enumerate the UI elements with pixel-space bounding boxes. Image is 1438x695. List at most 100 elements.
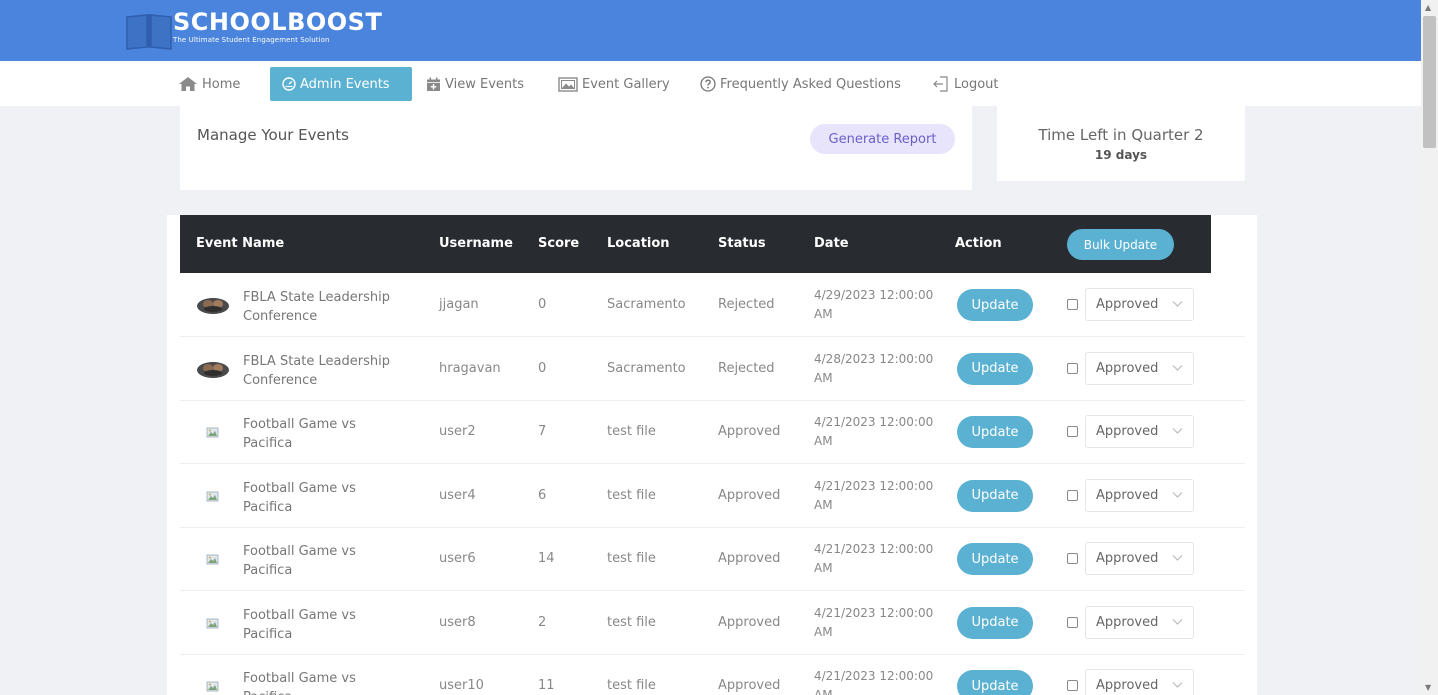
date-cell: 4/21/2023 12:00:00 AM <box>814 542 934 575</box>
page-scrollbar[interactable]: ▲ ▼ <box>1421 0 1438 695</box>
username-cell: user4 <box>439 487 476 503</box>
status-select-value: Approved <box>1096 551 1159 566</box>
chevron-down-icon <box>1172 301 1183 307</box>
nav-faq[interactable]: Frequently Asked Questions <box>700 67 901 101</box>
chevron-down-icon <box>1172 682 1183 688</box>
row-select-checkbox[interactable] <box>1067 299 1078 310</box>
update-button[interactable]: Update <box>957 479 1033 512</box>
header-event-name: Event Name <box>196 236 285 251</box>
status-select[interactable]: Approved <box>1085 605 1194 639</box>
location-cell: test file <box>607 678 656 693</box>
nav-home[interactable]: Home <box>178 67 240 101</box>
score-cell: 6 <box>538 487 547 503</box>
location-cell: Sacramento <box>607 297 686 312</box>
nav-view-events[interactable]: View Events <box>426 67 524 101</box>
row-select-checkbox[interactable] <box>1067 680 1078 691</box>
score-cell: 2 <box>538 614 547 630</box>
nav-admin-events-label: Admin Events <box>300 76 390 92</box>
update-button[interactable]: Update <box>957 352 1033 385</box>
username-cell: user6 <box>439 551 476 566</box>
header-bar: SCHOOLBOOST The Ultimate Student Engagem… <box>0 0 1421 61</box>
status-select-value: Approved <box>1096 424 1159 439</box>
event-name-cell: Football Game vs Pacifica <box>243 480 356 515</box>
generate-report-button[interactable]: Generate Report <box>810 124 955 154</box>
status-select[interactable]: Approved <box>1085 669 1194 695</box>
score-cell: 11 <box>538 678 555 693</box>
status-select-value: Approved <box>1096 614 1159 630</box>
chevron-down-icon <box>1172 618 1183 625</box>
date-cell: 4/21/2023 12:00:00 AM <box>814 478 934 512</box>
event-name-cell: FBLA State Leadership Conference <box>243 290 390 324</box>
date-cell: 4/21/2023 12:00:00 AM <box>814 605 934 639</box>
nav-logout[interactable]: Logout <box>932 67 999 101</box>
broken-image-icon <box>206 491 219 501</box>
row-select-checkbox[interactable] <box>1067 616 1078 628</box>
status-cell: Approved <box>718 424 781 439</box>
event-name-cell: Football Game vs Pacifica <box>243 417 356 451</box>
date-cell: 4/29/2023 12:00:00 AM <box>814 288 934 321</box>
bulk-update-button[interactable]: Bulk Update <box>1067 229 1174 260</box>
location-cell: test file <box>607 614 656 630</box>
table-row: FBLA State Leadership Conference hragavan… <box>180 337 1245 401</box>
header-action: Action <box>955 236 1002 251</box>
calendar-add-icon <box>427 77 440 91</box>
row-select-checkbox[interactable] <box>1067 489 1078 501</box>
nav-admin-events[interactable]: Admin Events <box>270 67 412 101</box>
gallery-icon <box>558 76 578 92</box>
time-left-value: 19 days <box>1094 148 1148 162</box>
brand-logo[interactable]: SCHOOLBOOST The Ultimate Student Engagem… <box>125 8 382 54</box>
status-cell: Approved <box>718 487 781 503</box>
brand-title: SCHOOLBOOST <box>173 8 383 36</box>
nav-event-gallery-label: Event Gallery <box>582 76 670 92</box>
update-button[interactable]: Update <box>957 670 1033 695</box>
row-select-checkbox[interactable] <box>1067 362 1078 374</box>
row-select-checkbox[interactable] <box>1067 426 1078 437</box>
nav-logout-label: Logout <box>954 76 999 92</box>
table-row: Football Game vs Pacifica user6 14 test fil… <box>180 527 1245 591</box>
row-select-checkbox[interactable] <box>1067 553 1078 564</box>
scroll-thumb[interactable] <box>1423 16 1436 148</box>
scroll-up-icon[interactable]: ▲ <box>1425 3 1431 12</box>
event-name-cell: Football Game vs Pacifica <box>243 544 356 578</box>
status-cell: Approved <box>718 614 781 630</box>
status-cell: Approved <box>718 678 781 693</box>
update-button[interactable]: Update <box>957 543 1033 575</box>
event-photo-icon <box>197 361 229 378</box>
gauge-icon <box>282 77 296 91</box>
nav-event-gallery[interactable]: Event Gallery <box>558 67 670 101</box>
chevron-down-icon <box>1172 491 1183 498</box>
username-cell: user2 <box>439 424 476 439</box>
chevron-down-icon <box>1172 364 1183 371</box>
status-select[interactable]: Approved <box>1085 415 1194 448</box>
question-circle-icon <box>700 76 716 92</box>
brand-subtitle: The Ultimate Student Engagement Solution <box>173 36 330 44</box>
event-photo-icon <box>197 298 229 314</box>
update-button[interactable]: Update <box>957 416 1033 448</box>
update-button[interactable]: Update <box>957 606 1033 639</box>
header-date: Date <box>814 236 849 251</box>
status-select[interactable]: Approved <box>1085 542 1194 575</box>
page-title: Manage Your Events <box>197 126 349 144</box>
table-row: Football Game vs Pacifica user8 2 test file… <box>180 591 1245 655</box>
scroll-down-icon[interactable]: ▼ <box>1425 683 1431 692</box>
date-cell: 4/28/2023 12:00:00 AM <box>814 351 934 385</box>
broken-image-icon <box>206 618 219 628</box>
status-select[interactable]: Approved <box>1085 288 1194 321</box>
score-cell: 7 <box>538 424 547 439</box>
book-logo-icon <box>126 14 172 50</box>
event-name-cell: Football Game vs Pacifica <box>243 671 356 695</box>
broken-image-icon <box>206 554 219 565</box>
status-select[interactable]: Approved <box>1085 478 1194 512</box>
table-header: Event Name Username Score Location Statu… <box>180 215 1211 273</box>
status-select-value: Approved <box>1096 297 1159 312</box>
header-score: Score <box>538 236 580 251</box>
status-cell: Rejected <box>718 360 775 376</box>
username-cell: user8 <box>439 614 476 630</box>
time-left-label: Time Left in Quarter 2 <box>1038 126 1204 144</box>
update-button[interactable]: Update <box>957 289 1033 321</box>
status-select[interactable]: Approved <box>1085 351 1194 385</box>
header-location: Location <box>607 236 670 251</box>
location-cell: Sacramento <box>607 360 686 376</box>
status-cell: Approved <box>718 551 781 566</box>
username-cell: user10 <box>439 678 484 693</box>
